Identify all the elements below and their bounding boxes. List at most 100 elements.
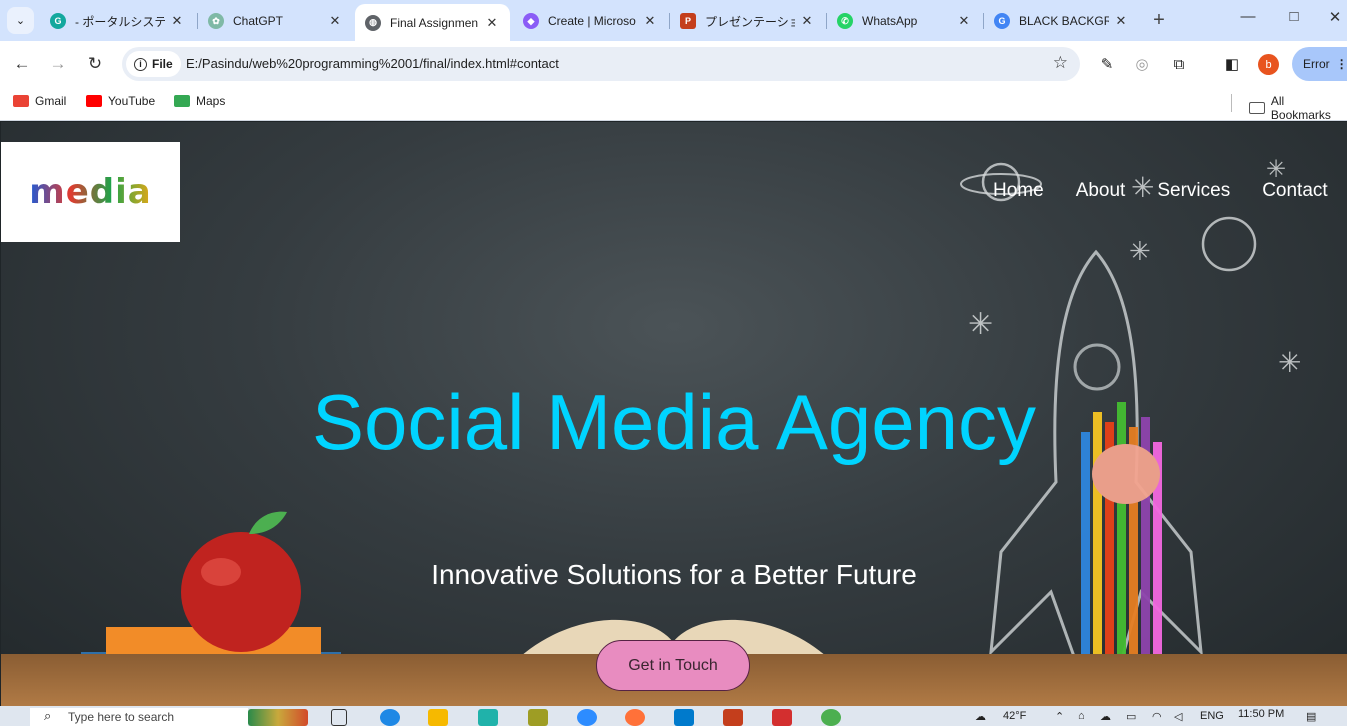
close-tab-icon[interactable]: ✕ [169,13,185,29]
forward-icon[interactable]: → [46,52,70,76]
back-icon[interactable]: ← [10,52,34,76]
logo-text: media [29,172,152,212]
close-tab-icon[interactable]: ✕ [642,13,658,29]
whatsapp-icon: ✆ [837,13,853,29]
tab-title: プレゼンテーション1 [705,14,795,29]
tab-title: - ポータルシステム [75,14,165,29]
file-explorer-icon[interactable] [428,709,448,726]
svg-text:✳: ✳ [1278,347,1301,378]
teal-app-icon: G [50,13,66,29]
tab-black-background[interactable]: G BLACK BACKGR ✕ [984,5,1139,37]
tab-title: Final Assignmen [390,15,479,30]
volume-icon[interactable]: ◁ [1174,710,1182,723]
globe-icon: ◍ [365,14,381,31]
more-menu-icon: ⋮ [1335,57,1347,71]
notepad-icon[interactable] [528,709,548,726]
bookmark-gmail[interactable]: Gmail [13,94,66,108]
get-in-touch-button[interactable]: Get in Touch [596,640,750,691]
chrome-icon[interactable] [821,709,841,726]
youtube-icon [86,95,102,107]
close-tab-icon[interactable]: ✕ [1113,13,1129,29]
language-indicator[interactable]: ENG [1200,710,1224,722]
folder-icon [1249,102,1265,114]
microsoft-designer-icon: ◆ [523,13,539,29]
tab-title: ChatGPT [233,14,284,28]
hero-title: Social Media Agency [311,378,1037,466]
bookmark-label: Maps [196,94,226,108]
reload-icon[interactable]: ↻ [83,52,107,76]
site-chip-label: File [152,57,173,71]
onedrive-icon[interactable]: ☁ [1100,710,1111,723]
tab-title: BLACK BACKGR [1019,14,1109,28]
bookmark-youtube[interactable]: YouTube [86,94,155,108]
powerpoint-taskbar-icon[interactable] [723,709,743,726]
minimize-icon[interactable]: — [1233,8,1263,25]
wifi-icon[interactable]: ◠ [1152,710,1162,723]
tab-microsoft-create[interactable]: ◆ Create | Microso ✕ [513,5,668,37]
new-tab-icon[interactable]: + [1149,9,1169,32]
address-bar[interactable]: i File E:/Pasindu/web%20programming%2001… [122,47,1080,81]
nav-home[interactable]: Home [993,180,1044,202]
bookmark-label: YouTube [108,94,156,108]
error-button[interactable]: Error ⋮ [1292,47,1347,81]
profile-avatar[interactable]: b [1258,54,1279,75]
close-tab-icon[interactable]: ✕ [956,13,972,29]
bookmark-label: Gmail [35,94,67,108]
all-bookmarks-label: All Bookmarks [1270,94,1331,122]
error-label: Error [1303,57,1330,71]
tab-portal[interactable]: G - ポータルシステム ✕ [40,5,195,37]
tab-final-assignment[interactable]: ◍ Final Assignmen ✕ [355,4,510,41]
eyedropper-icon[interactable]: ✎ [1097,54,1117,74]
nav-contact[interactable]: Contact [1262,180,1327,202]
windows-taskbar: Type here to search ⌕ ☁ 42°F ⌃ ⌂ ☁ ▭ ◠ ◁… [0,706,1347,726]
chatgpt-icon: ✿ [208,13,224,29]
weather-icon[interactable]: ☁ [975,710,986,723]
maximize-icon[interactable]: □ [1279,8,1309,25]
store-app-icon[interactable] [478,709,498,726]
tray-chevron-icon[interactable]: ⌃ [1055,710,1064,723]
bookmark-star-icon[interactable]: ☆ [1053,53,1068,73]
firefox-icon[interactable] [625,709,645,726]
shield-app-icon[interactable] [772,709,792,726]
bookmarks-bar: Gmail YouTube Maps All Bookmarks [0,87,1347,122]
search-highlight-image [248,709,308,726]
svg-text:✳: ✳ [1129,236,1151,266]
site-info-chip[interactable]: i File [126,51,181,77]
close-tab-icon[interactable]: ✕ [799,13,815,29]
weather-temp: 42°F [1003,710,1027,722]
hero-subtitle: Innovative Solutions for a Better Future [431,559,917,590]
nav-about[interactable]: About [1076,180,1126,202]
compass-extension-icon[interactable]: ◎ [1132,54,1152,74]
tab-powerpoint[interactable]: P プレゼンテーション1 ✕ [670,5,825,37]
zoom-icon[interactable] [577,709,597,726]
search-placeholder: Type here to search [68,710,175,724]
url-text[interactable]: E:/Pasindu/web%20programming%2001/final/… [186,56,559,71]
task-view-icon[interactable] [331,709,347,726]
close-tab-icon[interactable]: ✕ [484,15,500,31]
tab-search-dropdown-icon[interactable]: ⌄ [7,7,34,34]
edge-browser-icon[interactable] [380,709,400,726]
extensions-puzzle-icon[interactable]: ⧉ [1169,54,1189,74]
hero-section: ✳ ✳ ✳ ✳ ✳ media Home About Services Cont… [1,122,1347,706]
tab-title: WhatsApp [862,14,918,28]
tab-chatgpt[interactable]: ✿ ChatGPT ✕ [198,5,353,37]
svg-text:✳: ✳ [968,308,993,341]
close-window-icon[interactable]: ✕ [1320,8,1347,26]
all-bookmarks[interactable]: All Bookmarks [1249,94,1347,122]
bookmarks-divider [1231,94,1232,112]
tab-whatsapp[interactable]: ✆ WhatsApp ✕ [827,5,982,37]
bookmark-maps[interactable]: Maps [174,94,225,108]
clock-time[interactable]: 11:50 PM [1238,708,1284,720]
info-icon: i [134,57,147,71]
site-logo[interactable]: media [1,142,180,242]
network-icon[interactable]: ⌂ [1078,710,1085,722]
browser-toolbar: ← → ↻ i File E:/Pasindu/web%20programmin… [0,41,1347,87]
side-panel-icon[interactable]: ◧ [1222,54,1242,74]
close-tab-icon[interactable]: ✕ [327,13,343,29]
taskbar-search-input[interactable]: Type here to search [30,708,248,726]
vscode-icon[interactable] [674,709,694,726]
nav-services[interactable]: Services [1157,180,1230,202]
gmail-icon [13,95,29,107]
notifications-icon[interactable]: ▤ [1306,710,1316,723]
battery-icon[interactable]: ▭ [1126,710,1136,723]
